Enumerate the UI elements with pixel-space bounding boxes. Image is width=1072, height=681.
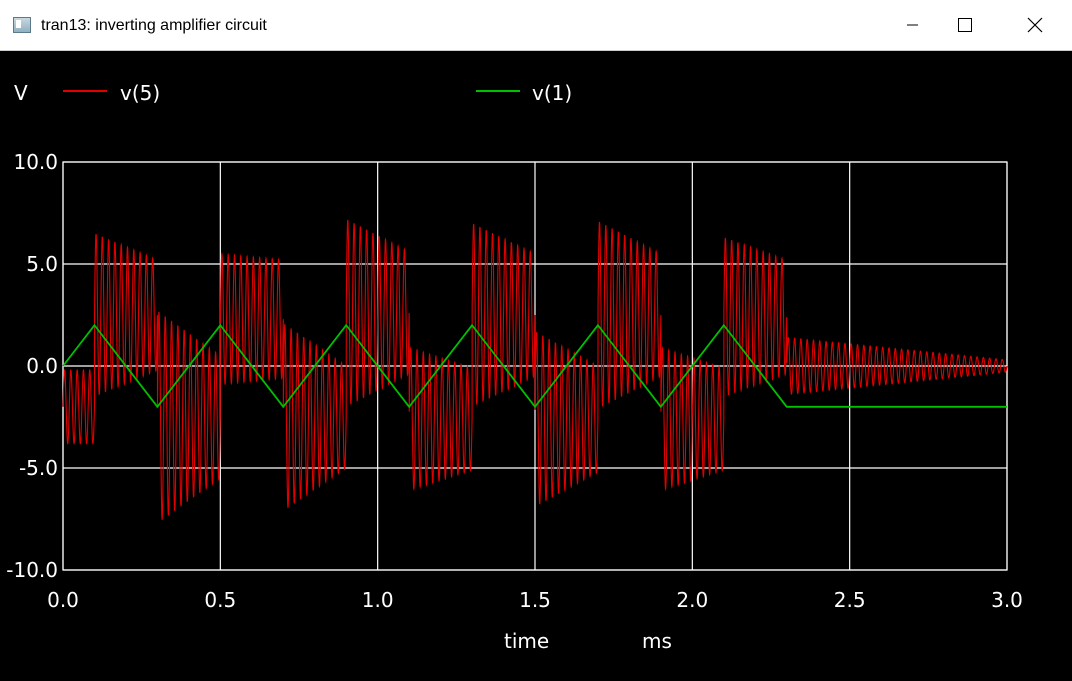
x-tick-label: 0.0 bbox=[47, 588, 79, 612]
x-tick-label: 2.0 bbox=[676, 588, 708, 612]
close-button[interactable] bbox=[1012, 0, 1058, 50]
maximize-icon bbox=[958, 18, 972, 32]
app-window-icon[interactable] bbox=[13, 17, 31, 33]
minimize-icon bbox=[907, 24, 918, 26]
x-tick-label: 0.5 bbox=[204, 588, 236, 612]
window-title: tran13: inverting amplifier circuit bbox=[41, 17, 267, 34]
x-tick-label: 2.5 bbox=[834, 588, 866, 612]
y-tick-label: 5.0 bbox=[26, 252, 58, 276]
y-tick-label: -10.0 bbox=[6, 558, 58, 582]
legend-label-v1: v(1) bbox=[532, 81, 572, 105]
title-bar[interactable]: tran13: inverting amplifier circuit bbox=[0, 0, 1072, 51]
x-tick-label: 3.0 bbox=[991, 588, 1023, 612]
minimize-button[interactable] bbox=[890, 0, 936, 50]
y-unit-label: V bbox=[14, 81, 28, 105]
close-icon bbox=[1027, 17, 1043, 33]
y-tick-labels: 10.0 5.0 0.0 -5.0 -10.0 bbox=[6, 150, 58, 582]
legend-label-v5: v(5) bbox=[120, 81, 160, 105]
y-tick-label: 10.0 bbox=[13, 150, 58, 174]
plot-area[interactable]: V v(5) v(1) 10.0 5.0 0.0 -5.0 -10.0 0.0 0.5 1.… bbox=[0, 51, 1072, 676]
y-tick-label: 0.0 bbox=[26, 354, 58, 378]
waveform-chart[interactable]: V v(5) v(1) 10.0 5.0 0.0 -5.0 -10.0 0.0 0.5 1.… bbox=[0, 51, 1072, 676]
y-tick-label: -5.0 bbox=[19, 456, 58, 480]
x-tick-label: 1.0 bbox=[362, 588, 394, 612]
x-axis-label: time bbox=[504, 629, 549, 653]
x-tick-label: 1.5 bbox=[519, 588, 551, 612]
maximize-button[interactable] bbox=[942, 0, 988, 50]
x-tick-labels: 0.0 0.5 1.0 1.5 2.0 2.5 3.0 bbox=[47, 588, 1023, 612]
app-window: tran13: inverting amplifier circuit V v(… bbox=[0, 0, 1072, 676]
x-axis-unit: ms bbox=[642, 629, 672, 653]
